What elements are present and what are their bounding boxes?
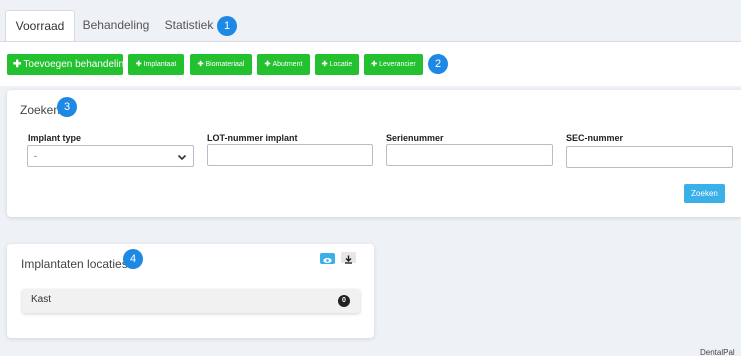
add-implant-button[interactable]: ✚ Implantaat — [128, 54, 184, 75]
add-abutment-button[interactable]: ✚ Abutment — [257, 54, 310, 75]
plus-icon: ✚ — [371, 61, 378, 68]
action-toolbar: ✚ Toevoegen behandeling ✚ Implantaat ✚ Biom… — [0, 41, 741, 86]
chevron-down-icon — [177, 150, 187, 170]
plus-icon: ✚ — [321, 61, 328, 68]
add-supplier-label: Leverancier — [379, 61, 416, 68]
tab-behandeling[interactable]: Behandeling — [76, 10, 156, 41]
step-badge-2: 2 — [428, 54, 448, 74]
tab-statistiek[interactable]: Statistiek — [158, 10, 220, 41]
location-label: Kast — [31, 294, 52, 305]
implant-type-select[interactable]: - — [27, 145, 194, 167]
sec-number-label: SEC-nummer — [566, 133, 624, 143]
add-biomaterial-label: Biomateriaal — [205, 61, 245, 68]
add-treatment-label: Toevoegen behandeling — [23, 59, 130, 70]
serial-number-label: Serienummer — [386, 133, 444, 143]
step-badge-1: 1 — [217, 16, 237, 36]
step-badge-3: 3 — [57, 97, 77, 117]
add-location-button[interactable]: ✚ Locatie — [315, 54, 359, 75]
implant-type-value: - — [34, 151, 37, 161]
tab-voorraad[interactable]: Voorraad — [5, 10, 75, 41]
serial-number-input[interactable] — [386, 144, 553, 166]
plus-icon: ✚ — [135, 61, 142, 68]
view-button[interactable] — [320, 253, 335, 264]
implant-type-label: Implant type — [28, 133, 82, 143]
eye-icon — [323, 258, 332, 263]
lot-number-input[interactable] — [207, 144, 373, 166]
search-card: Zoeken 3 Implant type - LOT-nummer impla… — [7, 90, 741, 217]
search-button[interactable]: Zoeken — [684, 184, 725, 203]
plus-icon: ✚ — [197, 61, 204, 68]
add-abutment-label: Abutment — [272, 61, 303, 68]
plus-icon: ✚ — [264, 61, 271, 68]
lot-number-label: LOT-nummer implant — [207, 133, 298, 143]
search-title: Zoeken — [20, 103, 61, 117]
download-button[interactable] — [341, 252, 356, 264]
add-supplier-button[interactable]: ✚ Leverancier — [364, 54, 423, 75]
location-item[interactable]: Kast 0 — [22, 289, 360, 313]
sec-number-input[interactable] — [566, 146, 733, 168]
add-treatment-button[interactable]: ✚ Toevoegen behandeling — [7, 54, 130, 75]
footer-brand: DentalPal — [700, 348, 735, 356]
tab-bar: Voorraad Behandeling Statistiek 1 — [0, 0, 741, 41]
add-location-label: Locatie — [329, 61, 353, 68]
download-icon — [345, 255, 352, 264]
locations-title: Implantaten locaties — [21, 257, 128, 271]
plus-icon: ✚ — [13, 59, 22, 70]
add-biomaterial-button[interactable]: ✚ Biomateriaal — [190, 54, 252, 75]
location-count-badge: 0 — [338, 295, 350, 307]
implant-locations-card: Implantaten locaties 4 Kast 0 — [7, 244, 374, 338]
add-implant-label: Implantaat — [143, 61, 177, 68]
step-badge-4: 4 — [123, 249, 143, 269]
